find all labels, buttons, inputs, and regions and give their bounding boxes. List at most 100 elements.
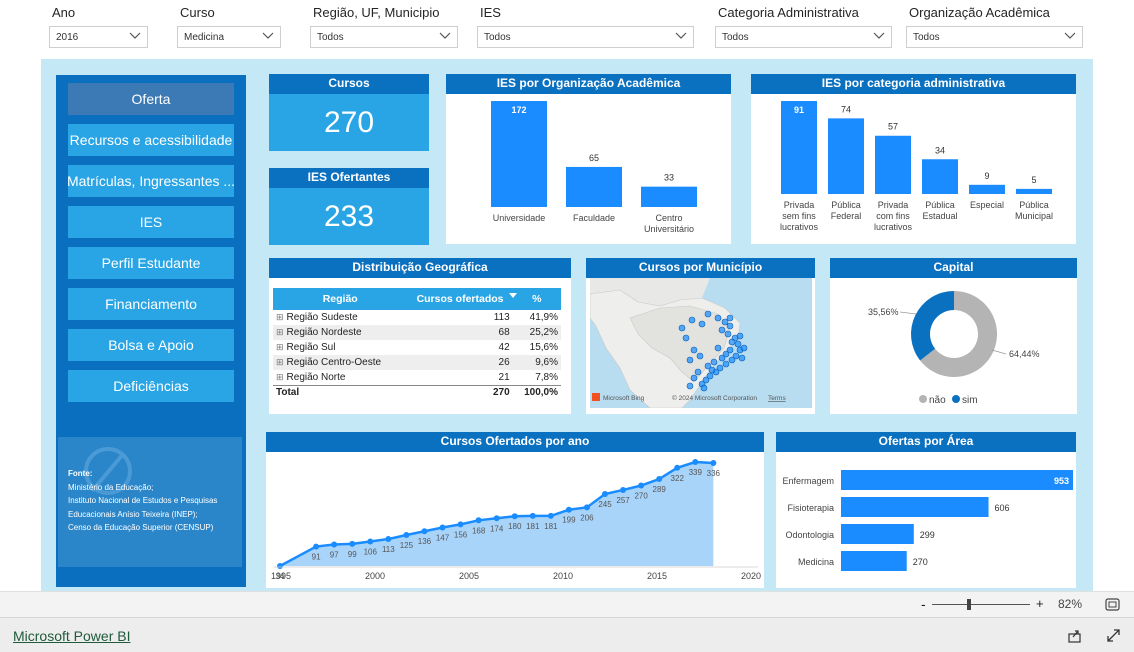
data-point[interactable]	[583, 504, 590, 511]
cat-chart-card[interactable]: IES por categoria administrativa 91 Priva…	[751, 74, 1076, 244]
bar[interactable]	[491, 101, 547, 207]
data-point[interactable]	[349, 540, 356, 547]
nav-item[interactable]: Matrículas, Ingressantes ...	[68, 165, 234, 197]
data-point[interactable]	[493, 515, 500, 522]
data-point[interactable]	[511, 513, 518, 520]
col-header-cursos[interactable]: Cursos ofertados	[407, 288, 513, 310]
table-row[interactable]: ⊞ Região Sul 42 15,6%	[273, 340, 561, 355]
map-point[interactable]	[698, 320, 706, 328]
bar[interactable]	[1016, 188, 1052, 194]
table-row[interactable]: ⊞ Região Centro-Oeste 26 9,6%	[273, 355, 561, 370]
nav-item[interactable]: Recursos e acessibilidade	[68, 124, 234, 156]
filter-dropdown[interactable]: 2016	[49, 26, 148, 48]
data-point[interactable]	[692, 459, 699, 465]
map-point[interactable]	[726, 314, 734, 322]
year-chart-card[interactable]: Cursos Ofertados por ano 34 91 97 99 106 113 1…	[266, 432, 764, 588]
bar[interactable]	[969, 184, 1005, 194]
zoom-out-button[interactable]: -	[921, 596, 926, 612]
expand-icon[interactable]: ⊞	[276, 372, 284, 382]
nav-item[interactable]: Deficiências	[68, 370, 234, 402]
filter-dropdown[interactable]: Todos	[715, 26, 892, 48]
fullscreen-icon[interactable]	[1106, 628, 1121, 643]
share-icon[interactable]	[1067, 628, 1082, 643]
map-point[interactable]	[696, 352, 704, 360]
data-point[interactable]	[638, 482, 645, 489]
map-point[interactable]	[714, 344, 722, 352]
col-header-regiao[interactable]: Região	[273, 288, 408, 310]
fit-to-page-icon[interactable]	[1105, 598, 1120, 611]
map-point[interactable]	[738, 354, 746, 362]
data-point[interactable]	[565, 506, 572, 513]
zoom-slider-track[interactable]	[932, 604, 1030, 605]
nav-item[interactable]: IES	[68, 206, 234, 238]
map-point[interactable]	[686, 356, 694, 364]
org-chart-card[interactable]: IES por Organização Acadêmica 172 Univers…	[446, 74, 731, 244]
map-point[interactable]	[688, 316, 696, 324]
expand-icon[interactable]: ⊞	[276, 312, 284, 322]
map-point[interactable]	[690, 346, 698, 354]
data-point[interactable]	[403, 531, 410, 538]
col-header-pct[interactable]: %	[512, 288, 561, 310]
zoom-slider-handle[interactable]	[967, 599, 971, 610]
nav-item[interactable]: Oferta	[68, 83, 234, 115]
map-point[interactable]	[726, 322, 734, 330]
map-point[interactable]	[678, 324, 686, 332]
map-point[interactable]	[700, 384, 708, 392]
map-terms-link[interactable]: Terms	[768, 395, 786, 402]
map-visual[interactable]: Microsoft Bing © 2024 Microsoft Corporat…	[590, 278, 812, 408]
bar[interactable]	[875, 135, 911, 194]
data-point[interactable]	[367, 538, 374, 545]
data-point[interactable]	[475, 517, 482, 524]
bar[interactable]	[566, 166, 622, 207]
map-point[interactable]	[736, 332, 744, 340]
nav-item[interactable]: Perfil Estudante	[68, 247, 234, 279]
map-point[interactable]	[718, 354, 726, 362]
map-point[interactable]	[708, 366, 716, 374]
table-row[interactable]: ⊞ Região Nordeste 68 25,2%	[273, 325, 561, 340]
bar[interactable]	[841, 470, 1073, 490]
powerbi-link[interactable]: Microsoft Power BI	[13, 628, 130, 644]
data-point[interactable]	[313, 543, 320, 550]
map-point[interactable]	[724, 330, 732, 338]
data-point[interactable]	[674, 464, 681, 471]
map-point[interactable]	[721, 318, 729, 326]
nav-item[interactable]: Financiamento	[68, 288, 234, 320]
map-point[interactable]	[740, 344, 748, 352]
table-row[interactable]: ⊞ Região Sudeste 113 41,9%	[273, 310, 561, 325]
bar[interactable]	[841, 524, 914, 544]
sort-desc-icon[interactable]	[508, 292, 518, 300]
filter-dropdown[interactable]: Todos	[310, 26, 458, 48]
bar[interactable]	[922, 159, 958, 194]
map-point[interactable]	[728, 338, 736, 346]
data-point[interactable]	[602, 491, 609, 498]
data-point[interactable]	[656, 476, 663, 483]
data-point[interactable]	[547, 512, 554, 519]
map-point[interactable]	[704, 310, 712, 318]
nav-item[interactable]: Bolsa e Apoio	[68, 329, 234, 361]
area-chart-card[interactable]: Ofertas por Área Enfermagem 953 Fisioterap…	[776, 432, 1076, 588]
map-point[interactable]	[690, 374, 698, 382]
data-point[interactable]	[421, 528, 428, 535]
map-point[interactable]	[734, 340, 742, 348]
capital-card[interactable]: Capital 64,44% 35,56% não sim	[830, 258, 1077, 414]
expand-icon[interactable]: ⊞	[276, 357, 284, 367]
data-point[interactable]	[620, 486, 627, 493]
filter-dropdown[interactable]: Todos	[477, 26, 694, 48]
map-point[interactable]	[686, 382, 694, 390]
map-point[interactable]	[682, 334, 690, 342]
data-point[interactable]	[331, 541, 338, 548]
table-row[interactable]: ⊞ Região Norte 21 7,8%	[273, 370, 561, 385]
map-point[interactable]	[718, 326, 726, 334]
bar[interactable]	[841, 551, 907, 571]
data-point[interactable]	[277, 563, 283, 569]
map-point[interactable]	[694, 368, 702, 376]
data-point[interactable]	[457, 521, 464, 528]
map-point[interactable]	[714, 314, 722, 322]
map-card[interactable]: Cursos por Município Microsoft Bing © 20…	[586, 258, 815, 414]
bar[interactable]	[828, 118, 864, 194]
expand-icon[interactable]: ⊞	[276, 342, 284, 352]
bar[interactable]	[641, 186, 697, 207]
data-point[interactable]	[529, 512, 536, 519]
zoom-in-button[interactable]: +	[1036, 596, 1044, 611]
map-point[interactable]	[710, 358, 718, 366]
